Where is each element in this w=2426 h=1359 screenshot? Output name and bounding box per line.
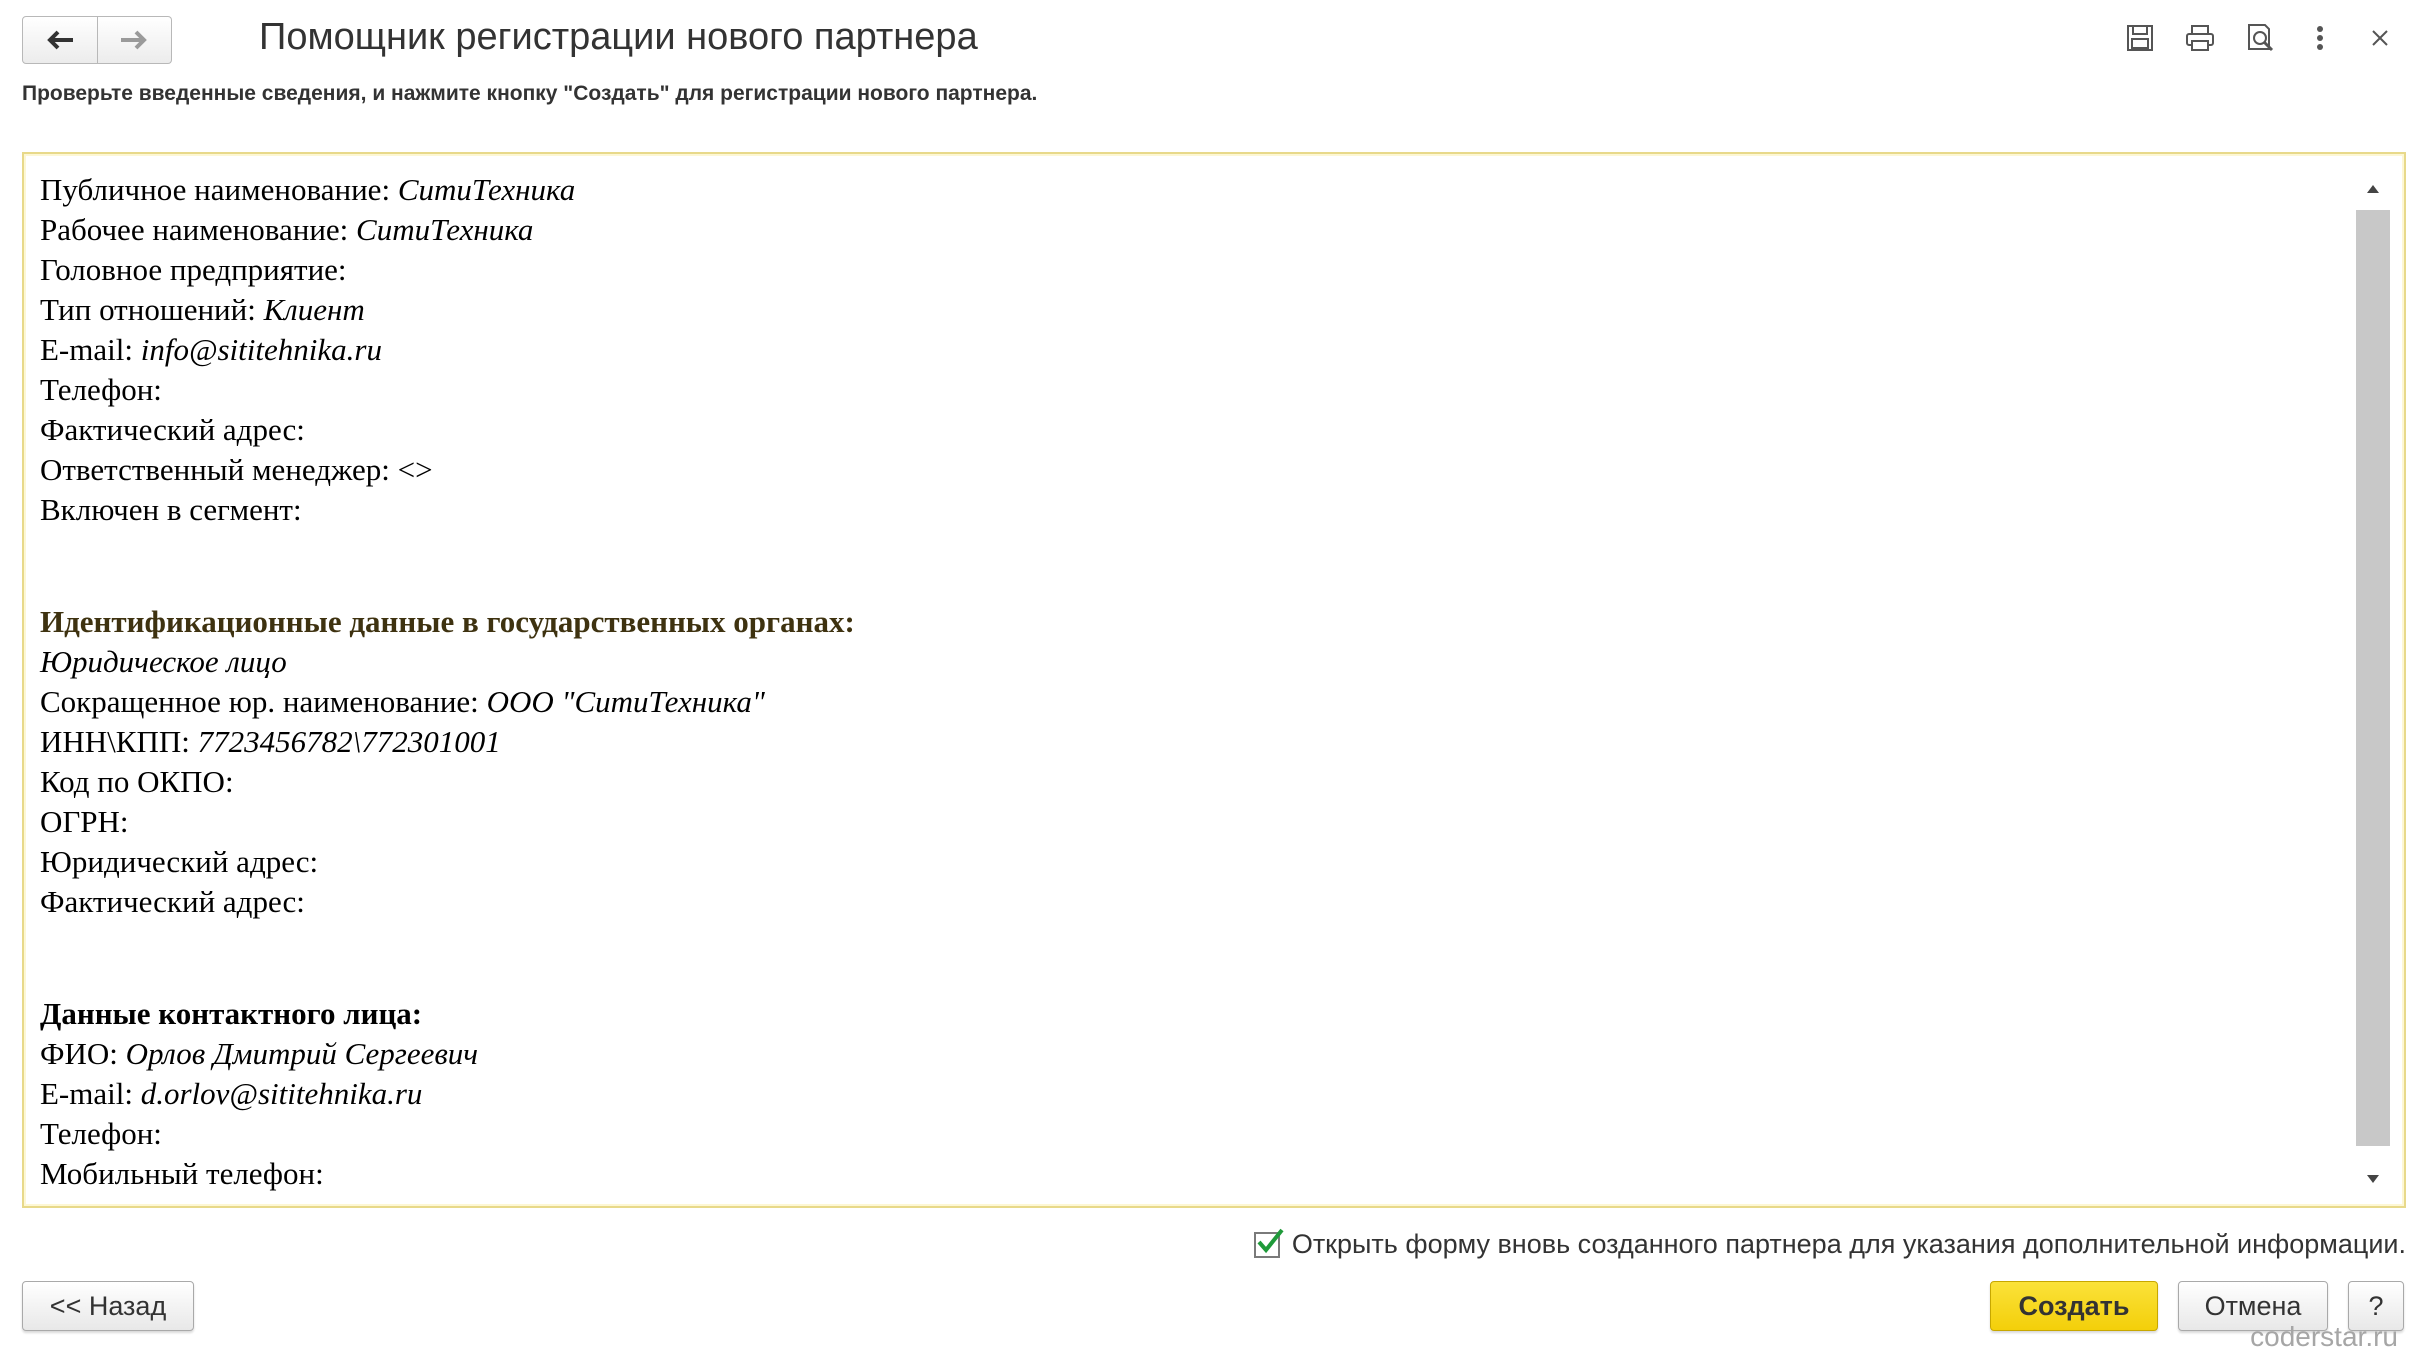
field-value: info@sititehnika.ru: [140, 332, 382, 367]
summary-line: ОГРН:: [40, 802, 2334, 842]
field-value: СитиТехника: [356, 212, 534, 247]
gov-section-heading: Идентификационные данные в государственн…: [40, 604, 855, 639]
field-label: Головное предприятие:: [40, 252, 347, 287]
open-form-checkbox-row[interactable]: Открыть форму вновь созданного партнера …: [1253, 1228, 2406, 1260]
field-label: ИНН\КПП:: [40, 724, 198, 759]
field-label: Код по ОКПО:: [40, 764, 234, 799]
field-label: Мобильный телефон:: [40, 1156, 324, 1191]
checkmark-icon: [1257, 1228, 1284, 1253]
print-preview-icon: [2248, 24, 2274, 52]
triangle-up-icon: [2367, 185, 2379, 193]
summary-line: ФИО: Орлов Дмитрий Сергеевич: [40, 1034, 2334, 1074]
summary-line: Фактический адрес:: [40, 882, 2334, 922]
summary-line: Тип отношений: Клиент: [40, 290, 2334, 330]
field-label: ФИО:: [40, 1036, 126, 1071]
summary-document[interactable]: Публичное наименование: СитиТехника Рабо…: [22, 152, 2406, 1208]
field-label: E-mail:: [40, 332, 141, 367]
field-label: Сокращенное юр. наименование:: [40, 684, 487, 719]
summary-line: Юридический адрес:: [40, 842, 2334, 882]
nav-buttons: [22, 16, 172, 64]
summary-line: Ответственный менеджер: <>: [40, 450, 2334, 490]
close-icon: [2372, 30, 2388, 46]
field-label: ОГРН:: [40, 804, 129, 839]
summary-line: Рабочее наименование: СитиТехника: [40, 210, 2334, 250]
open-form-checkbox-label: Открыть форму вновь созданного партнера …: [1291, 1229, 2406, 1259]
save-icon: [2127, 25, 2153, 51]
summary-line: Телефон:: [40, 1114, 2334, 1154]
summary-line: Телефон:: [40, 370, 2334, 410]
field-label: E-mail:: [40, 1076, 141, 1111]
field-label: Рабочее наименование:: [40, 212, 357, 247]
create-button[interactable]: Создать: [1990, 1281, 2158, 1331]
field-label: Телефон:: [40, 372, 162, 407]
print-preview-button[interactable]: [2244, 22, 2276, 54]
summary-line: Код по ОКПО:: [40, 762, 2334, 802]
more-button[interactable]: [2304, 22, 2336, 54]
close-button[interactable]: [2364, 22, 2396, 54]
contact-section-heading: Данные контактного лица:: [40, 996, 423, 1031]
arrow-left-icon: [46, 30, 73, 50]
field-label: Фактический адрес:: [40, 884, 305, 919]
summary-line: E-mail: d.orlov@sititehnika.ru: [40, 1074, 2334, 1114]
watermark: coderstar.ru: [2250, 1321, 2398, 1352]
more-icon: [2317, 26, 2323, 50]
field-label: Публичное наименование:: [40, 172, 398, 207]
back-nav-button[interactable]: [22, 16, 98, 64]
field-value: d.orlov@sititehnika.ru: [140, 1076, 423, 1111]
field-value: 7723456782\772301001: [197, 724, 501, 759]
summary-line: ИНН\КПП: 7723456782\772301001: [40, 722, 2334, 762]
page-title: Помощник регистрации нового партнера: [259, 16, 978, 58]
scroll-up-button[interactable]: [2356, 174, 2390, 204]
summary-line: Включен в сегмент:: [40, 490, 2334, 530]
legal-entity-type: Юридическое лицо: [40, 644, 287, 679]
summary-line: Головное предприятие:: [40, 250, 2334, 290]
field-value: ООО "СитиТехника": [486, 684, 765, 719]
summary-line: Публичное наименование: СитиТехника: [40, 170, 2334, 210]
field-label: Тип отношений:: [40, 292, 264, 327]
save-button[interactable]: [2124, 22, 2156, 54]
open-form-checkbox[interactable]: [1253, 1228, 1284, 1258]
window-toolbar: [2124, 22, 2396, 54]
arrow-right-icon: [121, 30, 148, 50]
field-label: Ответственный менеджер: <>: [40, 452, 433, 487]
field-label: Включен в сегмент:: [40, 492, 302, 527]
field-value: СитиТехника: [397, 172, 576, 207]
summary-line: Мобильный телефон:: [40, 1154, 2334, 1194]
summary-line: E-mail: info@sititehnika.ru: [40, 330, 2334, 370]
triangle-down-icon: [2367, 1175, 2379, 1183]
back-button[interactable]: << Назад: [22, 1281, 194, 1331]
field-label: Фактический адрес:: [40, 412, 305, 447]
summary-line: Фактический адрес:: [40, 410, 2334, 450]
instruction-text: Проверьте введенные сведения, и нажмите …: [22, 82, 1038, 105]
field-label: Телефон:: [40, 1116, 162, 1151]
field-label: Юридический адрес:: [40, 844, 319, 879]
summary-line: Сокращенное юр. наименование: ООО "СитиТ…: [40, 682, 2334, 722]
print-button[interactable]: [2184, 22, 2216, 54]
scroll-down-button[interactable]: [2356, 1164, 2390, 1194]
vertical-scrollbar[interactable]: [2356, 174, 2390, 1194]
summary-text: Публичное наименование: СитиТехника Рабо…: [40, 170, 2334, 1194]
scroll-thumb[interactable]: [2356, 210, 2390, 1146]
forward-nav-button[interactable]: [97, 16, 172, 64]
print-icon: [2186, 25, 2214, 51]
field-value: Орлов Дмитрий Сергеевич: [125, 1036, 479, 1071]
field-value: Клиент: [263, 292, 365, 327]
